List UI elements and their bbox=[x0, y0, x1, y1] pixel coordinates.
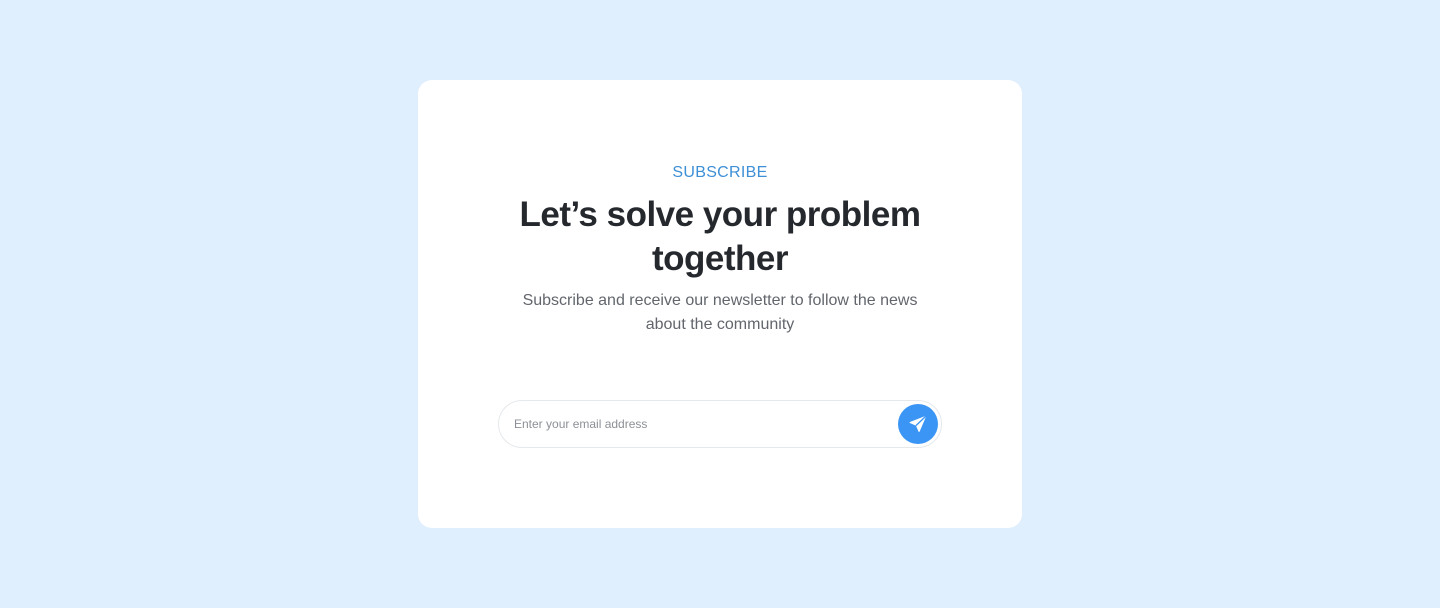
email-field[interactable] bbox=[514, 401, 884, 447]
subscribe-form bbox=[498, 400, 942, 448]
page-title: Let’s solve your problem together bbox=[0, 193, 1440, 281]
send-icon bbox=[909, 415, 927, 432]
subscribe-eyebrow: SUBSCRIBE bbox=[672, 164, 768, 181]
subscribe-submit-button[interactable] bbox=[898, 404, 938, 444]
subscribe-description: Subscribe and receive our newsletter to … bbox=[490, 289, 950, 337]
page-title-line-1: Let’s solve your problem bbox=[519, 195, 921, 234]
page-title-line-2: together bbox=[652, 239, 789, 278]
subscribe-description-line-2: about the community bbox=[645, 316, 795, 333]
subscribe-description-line-1: Subscribe and receive our newsletter to … bbox=[522, 292, 918, 309]
